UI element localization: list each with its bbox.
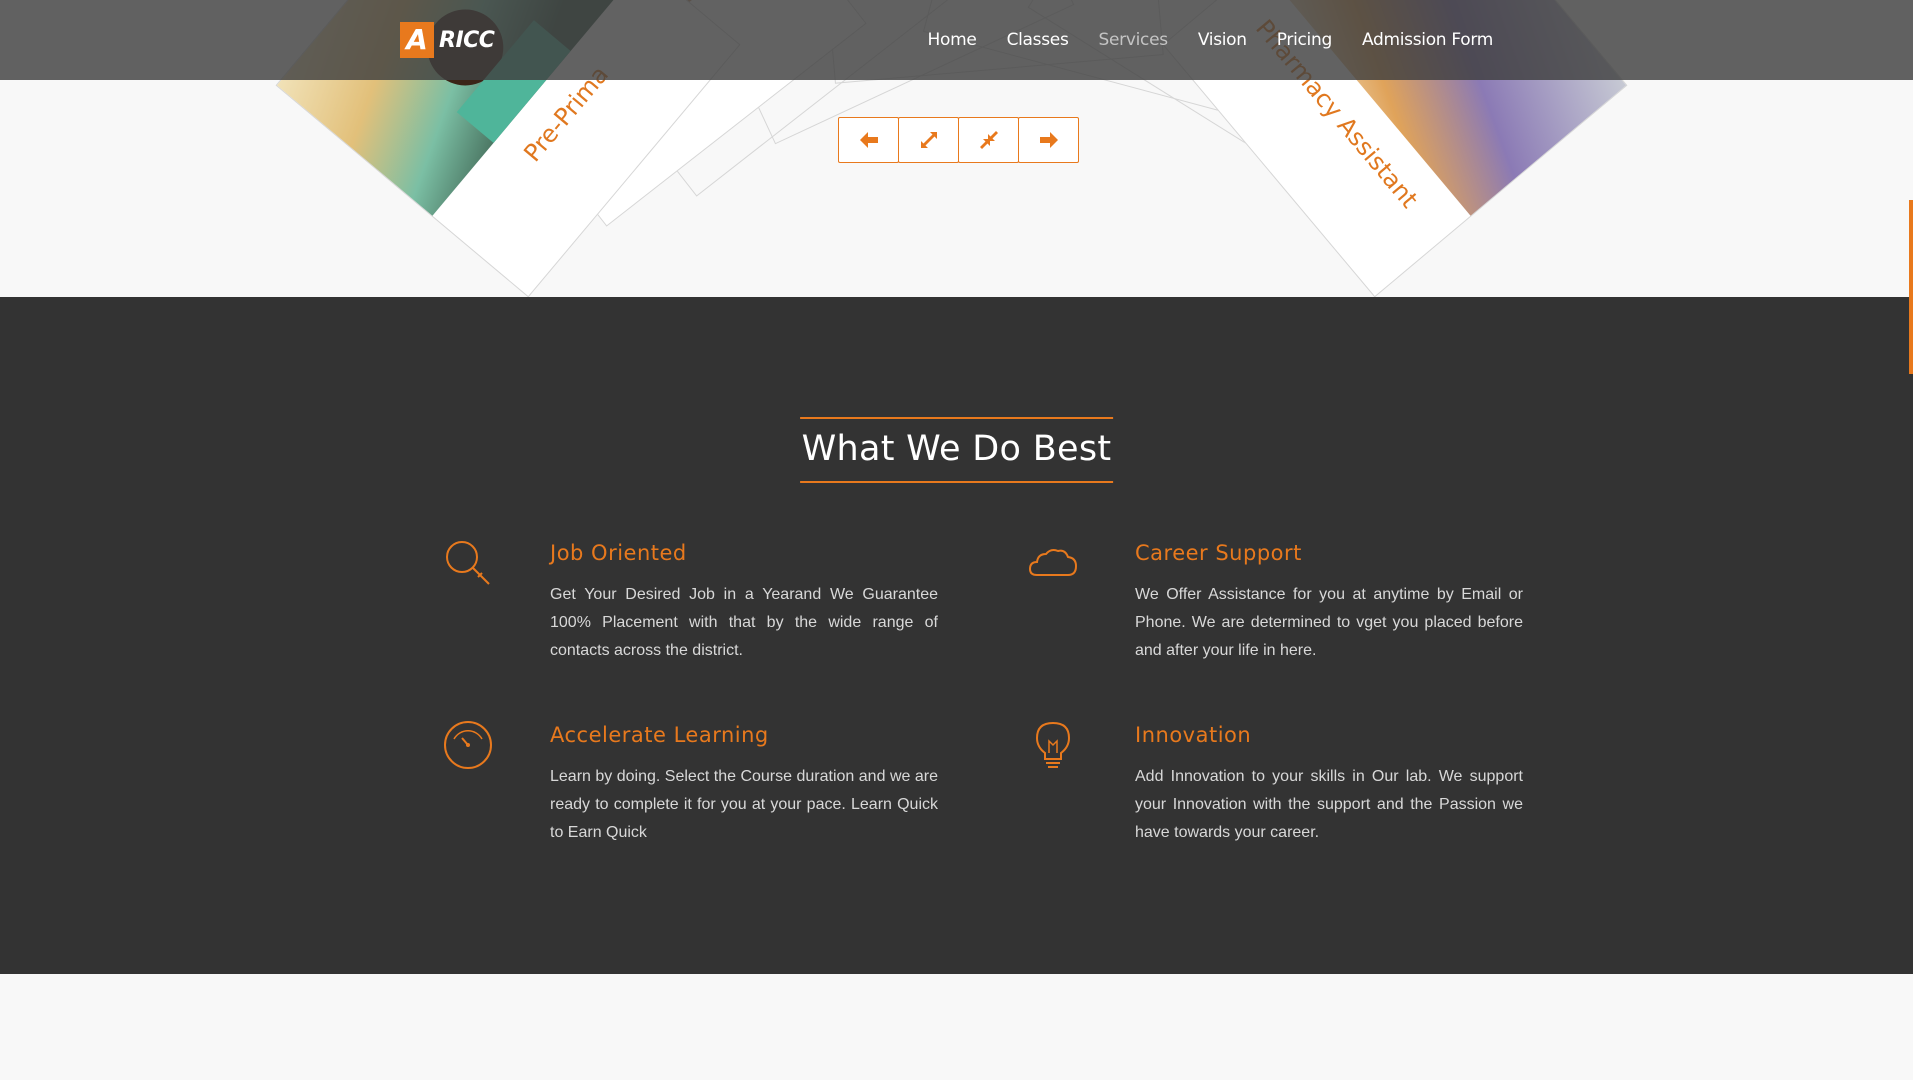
arrow-left-icon <box>859 132 878 148</box>
lightbulb-icon <box>1035 721 1071 768</box>
magnifier-icon <box>446 541 490 585</box>
scroll-indicator[interactable] <box>1909 200 1913 374</box>
nav-item-admission-form[interactable]: Admission Form <box>1347 30 1508 50</box>
top-navbar: A RICC Home Classes Services Vision Pric… <box>0 0 1913 80</box>
logo-text: RICC <box>439 27 495 53</box>
arrow-right-icon <box>1039 132 1058 148</box>
nav-item-pricing[interactable]: Pricing <box>1262 30 1347 50</box>
feature-title: Innovation <box>1135 723 1252 747</box>
carousel-controls <box>838 117 1079 163</box>
speedometer-icon <box>444 721 492 769</box>
feature-accelerate-learning: Accelerate Learning Learn by doing. Sele… <box>442 719 952 869</box>
next-button[interactable] <box>1018 117 1079 163</box>
section-title: What We Do Best <box>799 417 1114 483</box>
feature-description: We Offer Assistance for you at anytime b… <box>1135 586 1523 659</box>
nav-item-vision[interactable]: Vision <box>1183 30 1262 50</box>
services-section: What We Do Best Job Oriented Get Your De… <box>0 297 1913 974</box>
feature-innovation: Innovation Add Innovation to your skills… <box>1027 719 1537 869</box>
feature-description: Get Your Desired Job in a Yearand We Gua… <box>550 586 938 659</box>
collapse-icon <box>979 131 998 149</box>
expand-icon <box>920 132 937 148</box>
brand-logo[interactable]: A RICC <box>400 22 495 58</box>
collapse-button[interactable] <box>958 117 1019 163</box>
expand-button[interactable] <box>898 117 959 163</box>
nav-item-services[interactable]: Services <box>1084 30 1183 50</box>
feature-description: Learn by doing. Select the Course durati… <box>550 768 938 841</box>
prev-button[interactable] <box>838 117 899 163</box>
logo-mark: A <box>400 22 434 58</box>
feature-job-oriented: Job Oriented Get Your Desired Job in a Y… <box>442 537 952 687</box>
nav-menu: Home Classes Services Vision Pricing Adm… <box>913 0 1508 80</box>
feature-title: Job Oriented <box>550 541 687 565</box>
next-section <box>0 974 1913 1080</box>
feature-title: Accelerate Learning <box>550 723 769 747</box>
feature-career-support: Career Support We Offer Assistance for y… <box>1027 537 1537 687</box>
feature-description: Add Innovation to your skills in Our lab… <box>1135 768 1523 841</box>
nav-item-home[interactable]: Home <box>913 30 992 50</box>
feature-title: Career Support <box>1135 541 1302 565</box>
nav-item-classes[interactable]: Classes <box>992 30 1084 50</box>
cloud-icon <box>1028 549 1078 576</box>
